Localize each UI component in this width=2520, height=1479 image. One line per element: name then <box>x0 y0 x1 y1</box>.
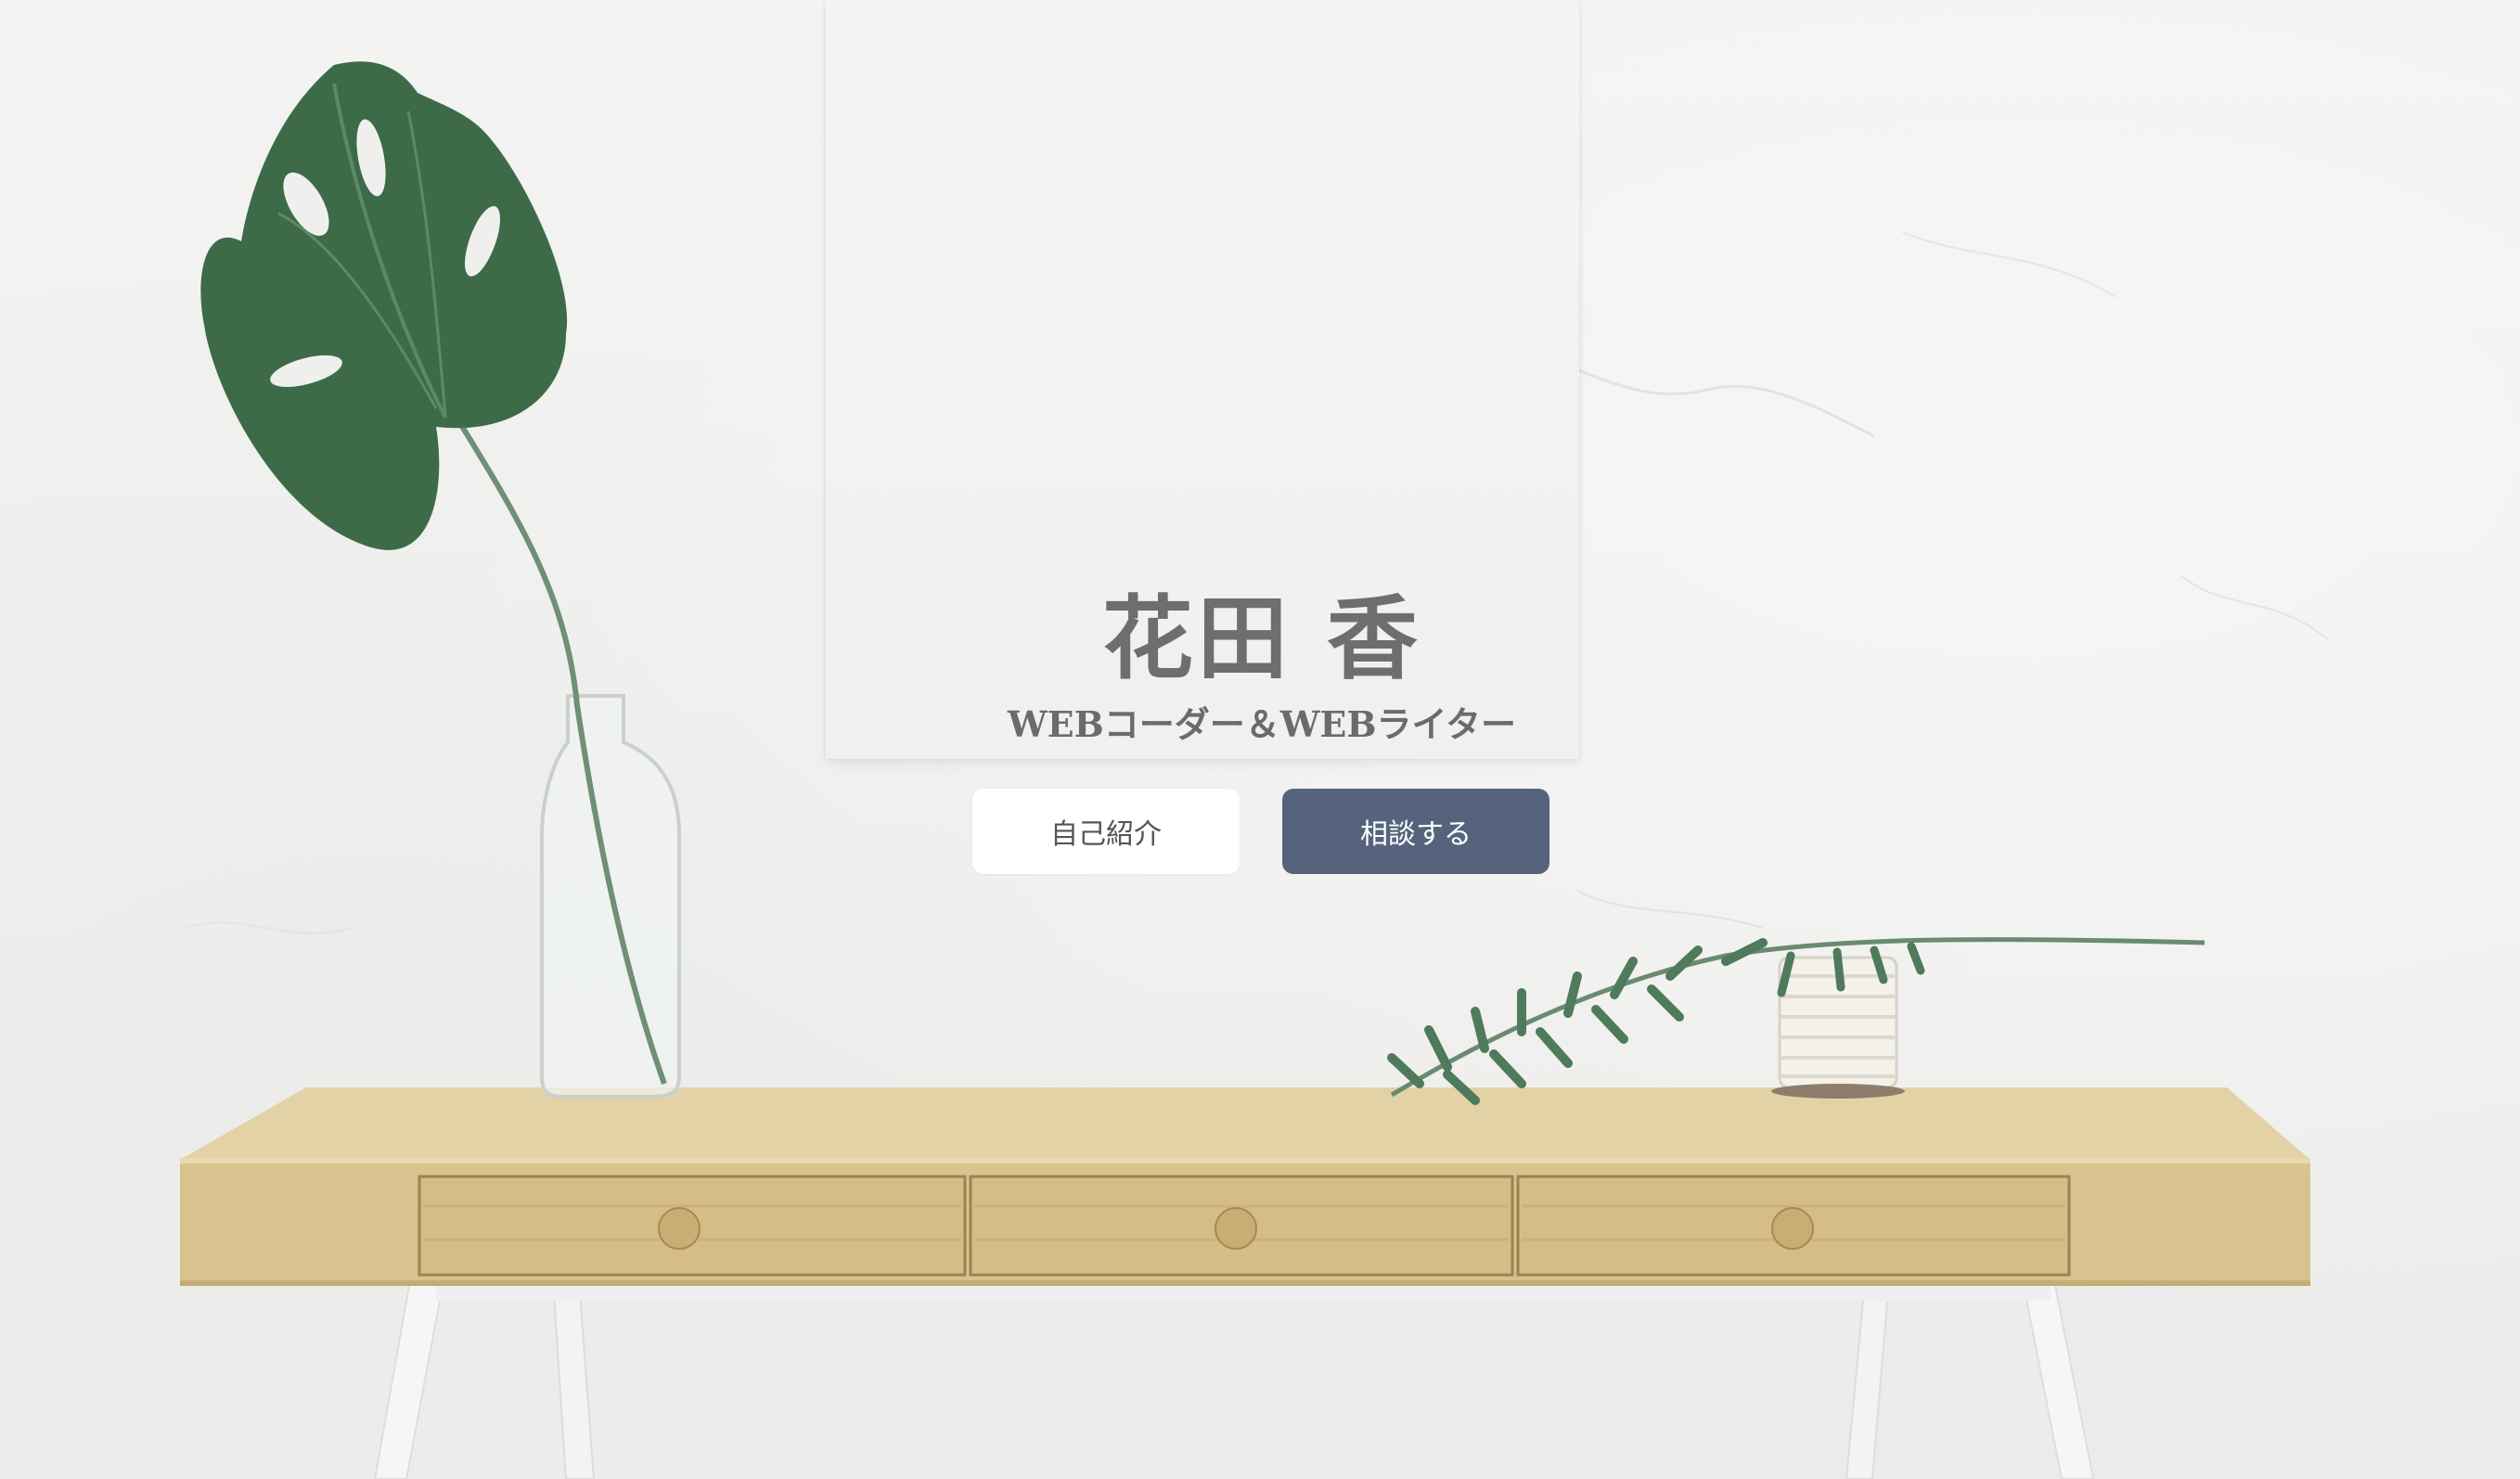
desk-legs <box>373 1280 2095 1479</box>
desk <box>180 1087 2310 1286</box>
hero-section: 花田 香 WEBコーダー＆WEBライター 自己紹介 相談する <box>0 0 2520 1479</box>
contact-button[interactable]: 相談する <box>1282 789 1549 874</box>
hero-name: 花田 香 <box>1101 585 1422 692</box>
monstera-vase <box>200 61 681 1099</box>
hero-subtitle: WEBコーダー＆WEBライター <box>1008 703 1516 745</box>
about-button[interactable]: 自己紹介 <box>972 789 1240 874</box>
palm-pot <box>1387 937 2205 1105</box>
